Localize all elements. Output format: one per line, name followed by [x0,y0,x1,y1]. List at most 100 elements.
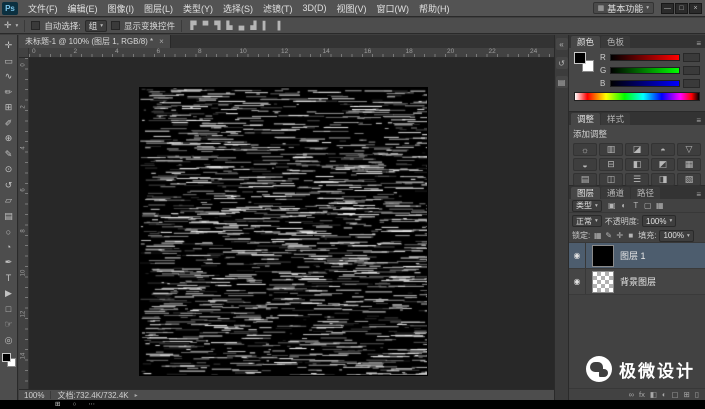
lock-transparent-pixels-icon[interactable]: ▦ [593,231,602,240]
history-panel-icon[interactable]: ↺ [556,57,568,69]
align-horizontal-centers-icon[interactable]: ▄ [236,21,247,30]
menu-item-2[interactable]: 图像(I) [103,2,140,15]
layers-tab-1[interactable]: 通道 [601,187,630,199]
new-layer-icon[interactable]: ⊞ [684,390,690,399]
align-right-edges-icon[interactable]: ▟ [248,21,259,30]
lasso-tool[interactable]: ∿ [0,69,18,85]
status-options-arrow-icon[interactable]: ▸ [135,392,138,399]
panel-menu-icon[interactable]: ≡ [696,39,703,48]
photo-filter-icon[interactable]: ◩ [651,158,675,171]
quick-selection-tool[interactable]: ✏ [0,85,18,101]
restore-button[interactable]: □ [675,3,688,14]
path-selection-tool[interactable]: ▶ [0,286,18,302]
auto-select-checkbox[interactable] [31,21,40,30]
auto-select-dropdown[interactable]: 组 ▾ [85,20,107,32]
taskbar-apps-icon[interactable]: ⋯ [88,400,95,409]
menu-item-4[interactable]: 类型(Y) [178,2,218,15]
filter-type-layers-icon[interactable]: T [631,201,641,210]
layer-row[interactable]: ◉ 图层 1 [569,243,705,269]
channel-mixer-icon[interactable]: ▦ [677,158,701,171]
rectangle-tool[interactable]: □ [0,302,18,318]
color-lookup-icon[interactable]: ▤ [573,173,597,186]
start-button[interactable]: ⊞ [55,400,60,409]
visibility-eye-icon[interactable]: ◉ [569,243,586,268]
filter-shape-layers-icon[interactable]: ▢ [643,201,653,210]
tool-preset-arrow-icon[interactable]: ▾ [16,23,19,29]
clone-stamp-tool[interactable]: ⊙ [0,162,18,178]
exposure-icon[interactable]: ◓ [651,143,675,156]
color-tab-1[interactable]: 色板 [601,36,630,48]
color-balance-icon[interactable]: ⊟ [599,158,623,171]
g-value-field[interactable] [683,66,700,75]
delete-layer-icon[interactable]: ▯ [695,390,699,399]
lock-position-icon[interactable]: ✛ [615,231,624,240]
rectangular-marquee-tool[interactable]: ▭ [0,54,18,70]
layer-name[interactable]: 图层 1 [620,249,646,262]
invert-icon[interactable]: ◫ [599,173,623,186]
r-value-field[interactable] [683,53,700,62]
dodge-tool[interactable]: ◔ [0,240,18,256]
add-layer-mask-icon[interactable]: ◧ [650,390,657,399]
eraser-tool[interactable]: ▱ [0,193,18,209]
b-value-field[interactable] [683,79,700,88]
menu-item-6[interactable]: 滤镜(T) [258,2,298,15]
adjustments-tab-1[interactable]: 样式 [601,113,630,125]
brush-tool[interactable]: ✎ [0,147,18,163]
g-slider[interactable] [610,67,680,74]
close-tab-icon[interactable]: × [159,37,164,46]
taskbar-search-icon[interactable]: ○ [72,400,76,409]
menu-item-3[interactable]: 图层(L) [139,2,178,15]
filter-pixel-layers-icon[interactable]: ▣ [607,201,617,210]
document-tab[interactable]: 未标题-1 @ 100% (图层 1, RGB/8) * × [19,35,171,48]
threshold-icon[interactable]: ◨ [651,173,675,186]
visibility-eye-icon[interactable]: ◉ [569,269,586,294]
b-slider[interactable] [610,80,680,87]
layer-row[interactable]: ◉背景图层 [569,269,705,295]
close-button[interactable]: × [689,3,702,14]
menu-item-1[interactable]: 编辑(E) [63,2,103,15]
layer-thumbnail[interactable] [592,271,614,293]
vibrance-icon[interactable]: ▽ [677,143,701,156]
align-left-edges-icon[interactable]: ▙ [224,21,235,30]
menu-item-7[interactable]: 3D(D) [298,3,332,13]
blend-mode-dropdown[interactable]: 正常 ▾ [572,215,602,227]
new-adjustment-layer-icon[interactable]: ◐ [662,390,667,399]
crop-tool[interactable]: ⊞ [0,100,18,116]
new-group-icon[interactable]: ▢ [671,390,678,399]
align-bottom-edges-icon[interactable]: ▜ [212,21,223,30]
curves-icon[interactable]: ◪ [625,143,649,156]
document-image[interactable] [140,88,427,375]
spot-healing-brush-tool[interactable]: ⊕ [0,131,18,147]
expand-panels-icon[interactable]: « [556,38,568,50]
show-transform-checkbox[interactable] [111,21,120,30]
color-spectrum-ramp[interactable] [574,92,700,101]
align-top-edges-icon[interactable]: ▛ [188,21,199,30]
posterize-icon[interactable]: ☰ [625,173,649,186]
menu-item-10[interactable]: 帮助(H) [414,2,455,15]
hue-saturation-icon[interactable]: ◒ [573,158,597,171]
layers-tab-0[interactable]: 图层 [571,187,600,199]
foreground-color-swatch[interactable] [2,353,11,362]
distribute-right-edges-icon[interactable]: ▐ [272,21,283,30]
properties-panel-icon[interactable]: ▤ [556,76,568,88]
workspace-switcher[interactable]: ▦ 基本功能 ▾ [593,2,654,14]
levels-icon[interactable]: ▥ [599,143,623,156]
layer-style-icon[interactable]: fx [639,390,645,399]
gradient-map-icon[interactable]: ▧ [677,173,701,186]
canvas-viewport[interactable] [29,58,554,389]
menu-item-0[interactable]: 文件(F) [23,2,63,15]
filter-adjustment-layers-icon[interactable]: ◐ [619,201,629,210]
kind-filter-dropdown[interactable]: 类型 ▾ [572,200,602,212]
pen-tool[interactable]: ✒ [0,255,18,271]
black-white-icon[interactable]: ◧ [625,158,649,171]
panel-menu-icon[interactable]: ≡ [696,190,703,199]
zoom-tool[interactable]: ◎ [0,333,18,349]
menu-item-9[interactable]: 窗口(W) [372,2,415,15]
eyedropper-tool[interactable]: ✐ [0,116,18,132]
move-tool[interactable]: ✛ [0,38,18,54]
align-vertical-centers-icon[interactable]: ▀ [200,21,211,30]
adjustments-tab-0[interactable]: 调整 [571,113,600,125]
fill-dropdown[interactable]: 100% ▾ [659,230,693,242]
lock-all-icon[interactable]: ■ [626,231,635,240]
foreground-color-swatch[interactable] [574,52,586,64]
